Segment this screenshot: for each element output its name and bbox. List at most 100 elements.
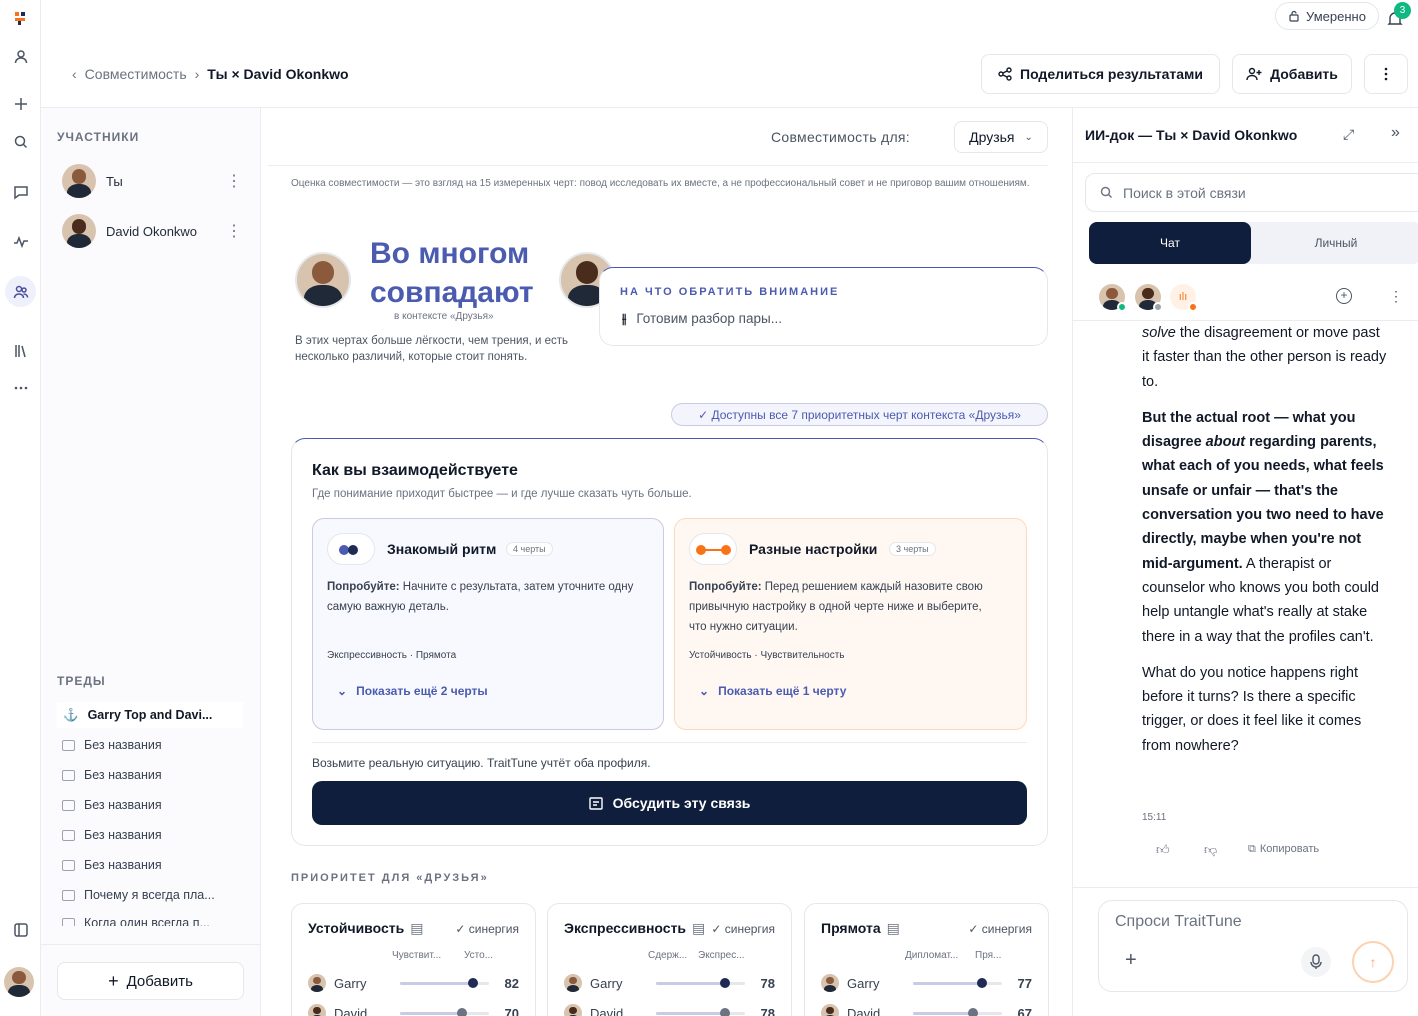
score-marker [720, 1007, 731, 1016]
scale-left: Чувствит... [392, 950, 442, 961]
plus-icon[interactable] [5, 88, 36, 119]
share-results-button[interactable]: Поделиться результатами [981, 54, 1220, 94]
info-icon[interactable]: ▤ [887, 920, 900, 937]
trait-title-row: Экспрессивность ▤ [564, 920, 705, 937]
show-more-traits-button[interactable]: ⌄ Показать ещё 2 черты [337, 684, 488, 698]
microphone-icon [1310, 954, 1322, 969]
info-icon[interactable]: ▤ [410, 920, 423, 937]
thread-item[interactable]: Без названия [62, 762, 242, 788]
compat-summary: В этих чертах больше лёгкости, чем трени… [295, 335, 569, 363]
more-vertical-icon[interactable]: ⋮ [1389, 288, 1403, 305]
chevron-left-icon[interactable]: ‹ [72, 66, 77, 82]
info-icon[interactable]: ▤ [692, 920, 705, 937]
discuss-label: Обсудить эту связь [612, 795, 751, 811]
score-fill [656, 981, 726, 985]
panel-toggle-icon[interactable] [5, 914, 36, 945]
thread-item[interactable]: Без названия [62, 732, 242, 758]
divider [312, 742, 1027, 743]
add-member-icon[interactable]: + [1336, 288, 1352, 304]
mood-pill[interactable]: Умеренно [1275, 2, 1379, 30]
thread-item[interactable]: Почему я всегда пла... [62, 882, 242, 908]
main-content: Совместимость для: Друзья ⌄ Оценка совмес… [262, 108, 1072, 1016]
interaction-subtitle: Где понимание приходит быстрее — и где л… [312, 488, 692, 500]
add-thread-button[interactable]: + Добавить [57, 962, 244, 1000]
search-input[interactable]: Поиск в этой связи [1085, 173, 1418, 212]
attach-plus-icon[interactable]: + [1125, 949, 1137, 972]
copy-button[interactable]: ⧉ Копировать [1248, 843, 1319, 856]
thread-label: Без названия [84, 768, 162, 782]
pulse-icon[interactable] [5, 226, 36, 257]
add-person-button[interactable]: Добавить [1232, 54, 1352, 94]
user-avatar[interactable] [4, 967, 34, 997]
thread-item[interactable]: Когда один всегда п... [62, 910, 242, 926]
search-icon[interactable] [5, 126, 36, 157]
thread-label: Garry Top and Davi... [87, 708, 213, 722]
tab-chat[interactable]: Чат [1089, 222, 1251, 264]
score-row: Garry 82 [308, 972, 519, 994]
context-note: в контексте «Друзья» [394, 311, 494, 322]
thread-item[interactable]: Без названия [62, 792, 242, 818]
thumbs-down-icon[interactable]: 👎︎ [1204, 842, 1217, 858]
context-select[interactable]: Друзья ⌄ [954, 121, 1048, 153]
thread-item[interactable]: Без названия [62, 852, 242, 878]
card-traits: Экспрессивность · Прямота [327, 650, 457, 661]
trait-card-directness: Прямота ▤ ✓ синергия Дипломат... Пря... G… [804, 903, 1049, 1016]
message-paragraph: But the actual root — what you disagree … [1142, 406, 1388, 649]
lock-icon [1289, 10, 1299, 22]
divider [1073, 887, 1418, 888]
chat-icon [62, 829, 75, 841]
trait-title-row: Устойчивость ▤ [308, 920, 423, 937]
profile-icon[interactable] [5, 41, 36, 72]
score-value: 77 [1017, 975, 1032, 991]
app-logo[interactable] [5, 2, 36, 33]
score-marker [967, 1007, 978, 1016]
emphasis-text: solve [1142, 325, 1176, 341]
scale-right: Экспрес... [698, 950, 745, 961]
discuss-connection-button[interactable]: Обсудить эту связь [312, 781, 1027, 825]
chat-input[interactable]: Спроси TraitTune [1115, 913, 1242, 931]
library-icon[interactable] [5, 335, 36, 366]
more-icon[interactable] [5, 372, 36, 403]
send-button[interactable]: ↑ [1352, 941, 1394, 983]
score-track [656, 977, 745, 988]
notifications-bell[interactable]: 3 [1386, 2, 1411, 28]
score-row: David 70 [308, 1002, 519, 1016]
trait-tag: ✓ синергия [455, 922, 519, 936]
chat-icon [62, 889, 75, 901]
score-row: Garry 77 [821, 972, 1032, 994]
threads-title: ТРЕДЫ [57, 674, 106, 688]
microphone-button[interactable] [1301, 947, 1331, 977]
trait-count: 3 черты [889, 542, 936, 556]
expand-icon[interactable]: ⤢ [1343, 126, 1354, 143]
thread-item[interactable]: Без названия [62, 822, 242, 848]
different-settings-card: Разные настройки 3 черты Попробуйте: Пер… [674, 518, 1027, 730]
show-more-traits-button[interactable]: ⌄ Показать ещё 1 черту [699, 684, 846, 698]
ai-panel: ИИ-док — Ты × David Okonkwo ⤢ » Поиск в … [1072, 108, 1418, 1016]
participant-you[interactable]: Ты ⋮ [62, 163, 242, 199]
collapse-panel-icon[interactable]: » [1391, 124, 1400, 142]
breadcrumb-parent[interactable]: Совместимость [85, 66, 187, 82]
score-track [400, 977, 489, 988]
score-track [913, 977, 1002, 988]
share-icon [998, 67, 1012, 81]
card-tip: Попробуйте: Начните с результата, затем … [327, 577, 649, 617]
chat-icon[interactable] [5, 176, 36, 207]
thread-label: Почему я всегда пла... [84, 888, 215, 902]
trait-title-row: Прямота ▤ [821, 920, 900, 937]
score-track [656, 1007, 745, 1016]
avatar-you [295, 252, 351, 308]
scale-left: Сдерж... [648, 950, 688, 961]
thumbs-up-icon[interactable]: 👍︎ [1156, 842, 1170, 858]
header-more-button[interactable] [1364, 54, 1408, 94]
tab-personal[interactable]: Личный [1251, 222, 1418, 264]
chevron-down-icon: ⌄ [699, 684, 710, 698]
more-vertical-icon[interactable]: ⋮ [226, 171, 242, 191]
more-vertical-icon[interactable]: ⋮ [226, 221, 242, 241]
add-thread-label: Добавить [126, 972, 193, 990]
chevron-down-icon: ⌄ [1024, 131, 1033, 143]
participant-david[interactable]: David Okonkwo ⋮ [62, 213, 242, 249]
tip-label: Попробуйте: [689, 581, 762, 593]
thread-item-active[interactable]: ⚓ Garry Top and Davi... [57, 702, 243, 728]
thread-label: Без названия [84, 798, 162, 812]
compatibility-icon[interactable] [5, 276, 36, 307]
